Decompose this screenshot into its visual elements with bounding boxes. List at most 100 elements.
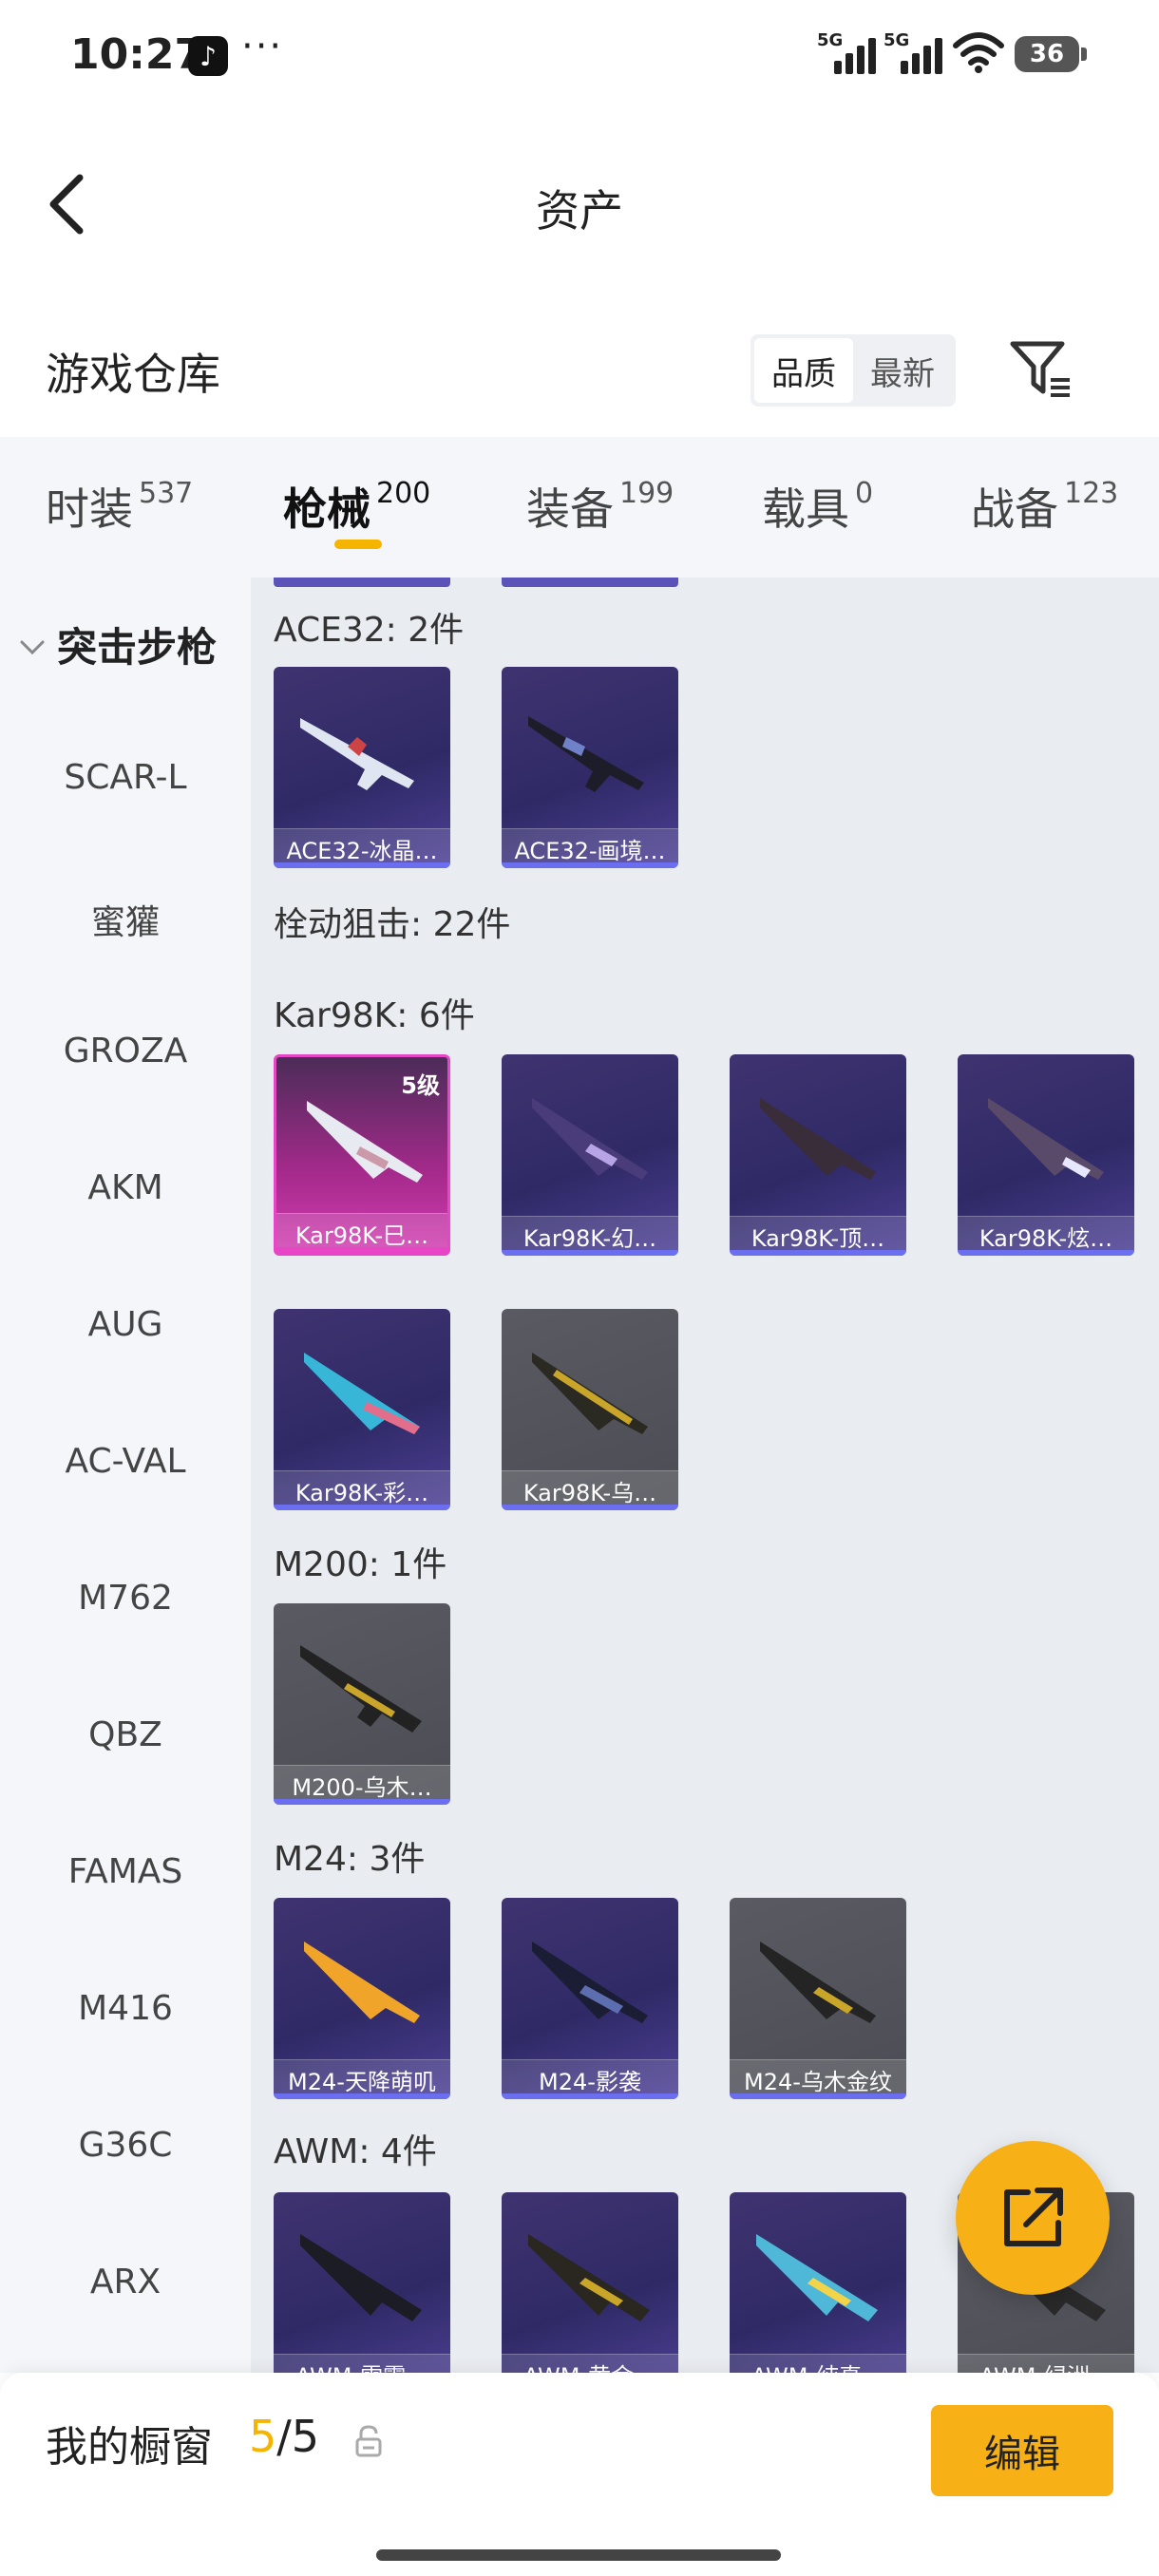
tab-label: 枪械: [283, 483, 370, 535]
section-title: 游戏仓库: [46, 349, 220, 400]
tab-count: 537: [139, 477, 194, 510]
sidebar-item[interactable]: GROZA: [0, 1032, 251, 1070]
sidebar-item[interactable]: AUG: [0, 1305, 251, 1344]
rifle-skin-icon: [532, 1941, 648, 2023]
group-title-m200: M200: 1件: [274, 1545, 447, 1584]
sidebar-item[interactable]: AC-VAL: [0, 1442, 251, 1481]
signal-icon: 5G: [884, 30, 942, 74]
rifle-skin-icon: [304, 1941, 420, 2023]
sidebar-item[interactable]: QBZ: [0, 1715, 251, 1754]
battery-level: 36: [1029, 40, 1065, 68]
rifle-skin-icon: [528, 716, 644, 792]
signal-label: 5G: [817, 30, 844, 50]
wifi-icon: [953, 32, 1004, 73]
rifle-skin-icon: [304, 1353, 420, 1434]
tab-vehicles[interactable]: 载具 0: [762, 475, 873, 538]
weapon-card[interactable]: 5级 Kar98K-巳…: [274, 1054, 450, 1256]
rifle-skin-icon: [756, 2234, 878, 2321]
tiktok-icon: ♪: [188, 36, 228, 76]
active-tab-indicator: [334, 540, 382, 549]
weapon-card[interactable]: M24-天降萌叽: [274, 1898, 450, 2099]
weapon-name: AWM-黄金…: [502, 2354, 678, 2373]
weapon-card[interactable]: AWM-雷霆…: [274, 2192, 450, 2373]
weapon-name: AWM-绿洲…: [958, 2354, 1134, 2373]
sort-toggle: 品质 最新: [750, 334, 956, 407]
weapon-card[interactable]: M24-影袭: [502, 1898, 678, 2099]
tab-label: 战备: [971, 483, 1058, 535]
home-indicator[interactable]: [376, 2549, 781, 2561]
category-tabs: 时装 537 枪械 200 装备 199 载具 0 战备 123: [0, 437, 1159, 578]
tab-count: 200: [376, 477, 431, 510]
rifle-skin-icon: [300, 718, 414, 790]
status-bar: 10:27 ♪ ··· 5G 5G 36: [0, 0, 1159, 104]
tab-battle-supplies[interactable]: 战备 123: [971, 475, 1118, 538]
group-title-m24: M24: 3件: [274, 1840, 426, 1879]
rifle-skin-icon: [760, 1941, 876, 2023]
share-icon: [1004, 2188, 1063, 2246]
tab-label: 装备: [526, 483, 614, 535]
showcase-used: 5: [249, 2411, 277, 2462]
section-header: 游戏仓库 品质 最新: [0, 313, 1159, 418]
battery-icon: 36: [1015, 36, 1087, 72]
sidebar-item[interactable]: SCAR-L: [0, 758, 251, 797]
rifle-skin-icon: [300, 2234, 422, 2321]
showcase-total: /5: [276, 2411, 320, 2462]
status-time: 10:27: [70, 30, 204, 79]
signal-label: 5G: [884, 30, 910, 50]
rifle-skin-icon: [307, 1101, 423, 1183]
nav-bar: 资产: [0, 142, 1159, 266]
signal-icon: 5G: [817, 30, 876, 74]
rifle-skin-icon: [532, 1353, 648, 1434]
filter-icon[interactable]: [1007, 336, 1074, 403]
weapon-card[interactable]: Kar98K-乌…: [502, 1309, 678, 1510]
sidebar-item[interactable]: FAMAS: [0, 1852, 251, 1891]
sidebar-item[interactable]: ARX: [0, 2263, 251, 2301]
weapon-card[interactable]: AWM-纯真…: [730, 2192, 906, 2373]
rifle-skin-icon: [532, 1098, 648, 1180]
weapon-card[interactable]: Kar98K-幻…: [502, 1054, 678, 1256]
weapon-card[interactable]: M24-乌木金纹: [730, 1898, 906, 2099]
sidebar-item[interactable]: M416: [0, 1989, 251, 2028]
tab-firearms[interactable]: 枪械 200: [283, 475, 430, 538]
showcase-title: 我的橱窗: [46, 2423, 213, 2472]
group-title-bolt-action: 栓动狙击: 22件: [274, 905, 511, 944]
showcase-count: 5/5: [249, 2411, 319, 2462]
weapon-card[interactable]: M200-乌木…: [274, 1603, 450, 1805]
weapon-card[interactable]: ACE32-画境…: [502, 667, 678, 868]
tab-count: 0: [855, 477, 874, 510]
weapon-card[interactable]: ACE32-冰晶…: [274, 667, 450, 868]
weapon-name: AWM-纯真…: [730, 2354, 906, 2373]
weapon-card[interactable]: Kar98K-炫…: [958, 1054, 1134, 1256]
page-title: 资产: [536, 185, 623, 237]
tab-count: 123: [1064, 477, 1119, 510]
edit-button[interactable]: 编辑: [931, 2405, 1113, 2496]
notification-more-icon: ···: [241, 25, 284, 68]
weapon-card[interactable]: Kar98K-彩…: [274, 1309, 450, 1510]
weapon-card[interactable]: AWM-黄金…: [502, 2192, 678, 2373]
rifle-skin-icon: [300, 1645, 422, 1733]
group-title-awm: AWM: 4件: [274, 2132, 437, 2171]
weapon-card[interactable]: Kar98K-顶…: [730, 1054, 906, 1256]
sort-option-newest[interactable]: 最新: [853, 338, 952, 403]
tab-equipment[interactable]: 装备 199: [526, 475, 674, 538]
chevron-down-icon: [20, 640, 45, 655]
weapon-name: AWM-雷霆…: [274, 2354, 450, 2373]
sidebar-item[interactable]: G36C: [0, 2126, 251, 2165]
group-title-ace32: ACE32: 2件: [274, 611, 465, 650]
tab-fashion[interactable]: 时装 537: [46, 475, 193, 538]
showcase-bar: 我的橱窗 5/5 编辑: [0, 2373, 1159, 2576]
tab-label: 时装: [46, 483, 133, 535]
tab-count: 199: [619, 477, 674, 510]
sidebar-item[interactable]: AKM: [0, 1168, 251, 1207]
weapon-type-sidebar: 突击步枪 SCAR-L 蜜獾 GROZA AKM AUG AC-VAL M762…: [0, 578, 251, 2373]
sort-option-quality[interactable]: 品质: [754, 338, 853, 403]
rifle-skin-icon: [760, 1098, 876, 1180]
tab-label: 载具: [762, 483, 849, 535]
card-stub: [502, 578, 678, 587]
sidebar-item[interactable]: 蜜獾: [0, 895, 251, 944]
share-button[interactable]: [956, 2141, 1110, 2295]
sidebar-item[interactable]: M762: [0, 1579, 251, 1618]
lock-icon: [355, 2425, 382, 2457]
group-title-kar98k: Kar98K: 6件: [274, 996, 475, 1035]
rifle-skin-icon: [528, 2234, 650, 2321]
